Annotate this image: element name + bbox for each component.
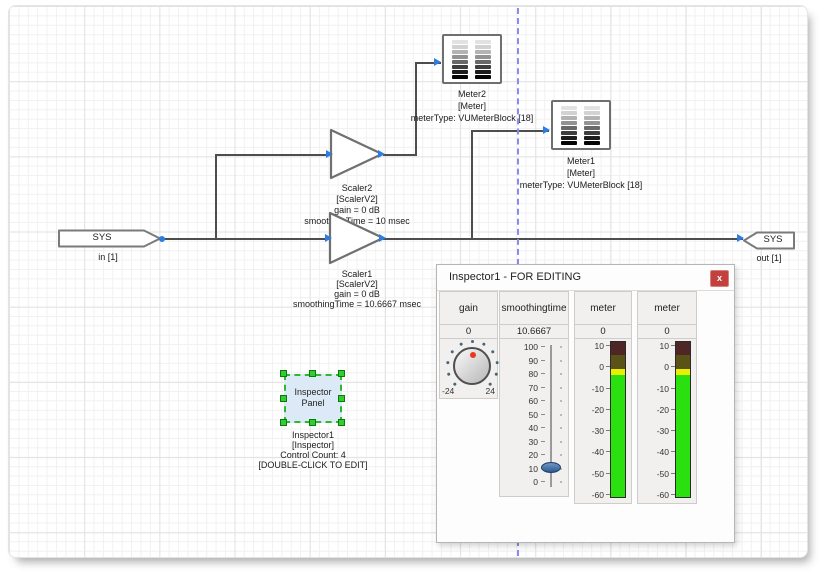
meter2-block[interactable]: [442, 34, 502, 84]
inspector-panel-block[interactable]: Inspector Panel: [284, 374, 342, 423]
meter-left-header: meter: [575, 292, 631, 325]
slider-tick-row: 20: [500, 450, 568, 460]
meter2-icon-left: [452, 40, 468, 80]
gain-min-label: -24: [442, 386, 454, 396]
knob-indicator-dot: [470, 352, 476, 358]
meter2-type: meterType: VUMeterBlock [18]: [392, 112, 552, 124]
smoothingtime-header: smoothingtime: [500, 292, 568, 325]
scaler1-output-arrow: [379, 234, 386, 242]
meter-left-value: 0: [575, 325, 631, 339]
meter1-icon-right: [584, 106, 600, 146]
selection-handle-s[interactable]: [309, 419, 316, 426]
slider-tick-row: 0: [500, 477, 568, 487]
inspector-block-labels: Inspector1 [Inspector] Control Count: 4 …: [233, 430, 393, 470]
sys-out-block[interactable]: SYS: [743, 231, 795, 250]
meter2-labels: Meter2 [Meter] meterType: VUMeterBlock […: [392, 88, 552, 124]
wire-meter1-branch-h[interactable]: [471, 130, 549, 132]
smoothingtime-panel: smoothingtime 10.6667 100 90 80 70 60 50…: [499, 291, 569, 497]
meter1-input-arrow: [543, 126, 550, 134]
slider-tick-row: 50: [500, 410, 568, 420]
meter1-name: Meter1: [501, 155, 661, 167]
sys-in-port-label: in [1]: [28, 252, 188, 263]
scaler1-name: Scaler1: [277, 269, 437, 279]
inspector-panel-line2: Panel: [286, 398, 340, 409]
wire-branch-up-vertical[interactable]: [215, 154, 217, 240]
meter2-name: Meter2: [392, 88, 552, 100]
slider-tick-row: 40: [500, 423, 568, 433]
scaler2-name: Scaler2: [277, 183, 437, 194]
sys-out-port-label: out [1]: [689, 253, 827, 264]
meter1-labels: Meter1 [Meter] meterType: VUMeterBlock […: [501, 155, 661, 191]
gain-value: 0: [440, 325, 497, 339]
sys-in-connector-dot: [159, 236, 165, 242]
inspector-block-name: Inspector1: [233, 430, 393, 440]
meter1-type: meterType: VUMeterBlock [18]: [501, 179, 661, 191]
sys-out-connector-arrow: [737, 234, 744, 242]
slider-tick-row: 70: [500, 383, 568, 393]
wire-main-left[interactable]: [159, 238, 329, 240]
vu-meter-bar: [675, 341, 691, 498]
gain-header: gain: [440, 292, 497, 325]
gain-max-label: 24: [486, 386, 495, 396]
selection-handle-n[interactable]: [309, 370, 316, 377]
close-icon[interactable]: x: [710, 270, 729, 287]
scaler1-labels: Scaler1 [ScalerV2] gain = 0 dB smoothing…: [277, 269, 437, 309]
meter-panel-right: meter 0 10 0 -10 -20 -30 -40 -50 -60: [637, 291, 697, 504]
gain-panel: gain 0 -24 24: [439, 291, 498, 399]
gain-knob[interactable]: [453, 347, 491, 385]
inspector-panel-line1: Inspector: [286, 387, 340, 398]
wire-main-right[interactable]: [383, 238, 743, 240]
selection-handle-ne[interactable]: [338, 370, 345, 377]
slider-tick-row: 60: [500, 396, 568, 406]
meter2-input-arrow: [434, 58, 441, 66]
sys-out-label: SYS: [751, 234, 795, 245]
meter2-icon-right: [475, 40, 491, 80]
selection-handle-nw[interactable]: [280, 370, 287, 377]
meter1-icon-left: [561, 106, 577, 146]
vu-meter-bar: [610, 341, 626, 498]
scaler1-gain: gain = 0 dB: [277, 289, 437, 299]
slider-handle[interactable]: [541, 462, 561, 473]
scaler1-smoothing: smoothingTime = 10.6667 msec: [277, 299, 437, 309]
scaler2-output-arrow: [378, 150, 385, 158]
meter-right-header: meter: [638, 292, 696, 325]
selection-handle-sw[interactable]: [280, 419, 287, 426]
inspector-block-class: [Inspector]: [233, 440, 393, 450]
meter2-class: [Meter]: [392, 100, 552, 112]
slider-tick-row: 80: [500, 369, 568, 379]
inspector-block-count: Control Count: 4: [233, 450, 393, 460]
scaler1-input-arrow: [325, 234, 332, 242]
meter-panel-left: meter 0 10 0 -10 -20 -30 -40 -50 -60: [574, 291, 632, 504]
selection-handle-w[interactable]: [280, 395, 287, 402]
scaler2-input-arrow: [326, 150, 333, 158]
meter-right-value: 0: [638, 325, 696, 339]
smoothingtime-value: 10.6667: [500, 325, 568, 339]
scaler1-class: [ScalerV2]: [277, 279, 437, 289]
inspector-window-title: Inspector1 - FOR EDITING: [449, 271, 581, 283]
meter1-block[interactable]: [551, 100, 611, 150]
wire-meter1-branch-v[interactable]: [471, 130, 473, 240]
meter1-class: [Meter]: [501, 167, 661, 179]
wire-scaler2-out-h1[interactable]: [383, 154, 417, 156]
sys-in-label: SYS: [58, 232, 146, 243]
inspector-block-hint: [DOUBLE-CLICK TO EDIT]: [233, 460, 393, 470]
selection-handle-e[interactable]: [338, 395, 345, 402]
inspector-window-titlebar[interactable]: Inspector1 - FOR EDITING x: [437, 265, 734, 291]
slider-tick-row: 100: [500, 342, 568, 352]
inspector-window[interactable]: Inspector1 - FOR EDITING x gain 0 -24 24: [436, 264, 735, 543]
slider-tick-row: 90: [500, 356, 568, 366]
scaler2-class: [ScalerV2]: [277, 194, 437, 205]
sys-in-block[interactable]: SYS: [58, 229, 162, 248]
wire-branch-up-horizontal[interactable]: [215, 154, 327, 156]
slider-tick-row: 30: [500, 437, 568, 447]
design-canvas[interactable]: SYS in [1] SYS out [1] Scaler2 [ScalerV2…: [8, 5, 808, 558]
selection-handle-se[interactable]: [338, 419, 345, 426]
